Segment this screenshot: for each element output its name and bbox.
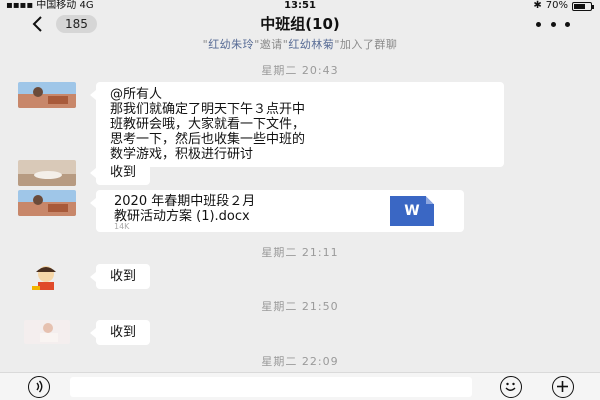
inviter-link[interactable]: 红幼朱玲 — [208, 38, 254, 51]
system-message: "红幼朱玲"邀请"红幼林菊"加入了群聊 — [202, 38, 398, 51]
emoji-icon[interactable] — [500, 376, 522, 398]
battery-icon — [572, 1, 594, 11]
file-size: 14K — [114, 222, 130, 231]
file-message-card[interactable]: 2020 年春期中班段２月 教研活动方案 (1).docx 14K W — [90, 190, 464, 232]
avatar[interactable] — [18, 190, 76, 216]
message-input[interactable] — [70, 377, 472, 397]
message-bubble[interactable]: 收到 — [89, 320, 151, 345]
chat-title: 中班组(10) — [260, 15, 340, 33]
more-options-icon[interactable] — [536, 16, 570, 32]
avatar[interactable] — [18, 82, 76, 108]
avatar[interactable] — [24, 320, 70, 344]
avatar[interactable] — [18, 160, 76, 186]
message-bubble[interactable]: 收到 — [89, 160, 151, 185]
message-bubble[interactable]: 收到 — [89, 264, 151, 289]
word-document-icon: W — [390, 196, 434, 226]
timestamp: 星期二 21:50 — [261, 300, 339, 313]
timestamp: 星期二 21:11 — [261, 246, 339, 259]
avatar[interactable] — [24, 264, 68, 292]
invitee-link[interactable]: 红幼林菊 — [288, 38, 334, 51]
voice-icon[interactable] — [28, 376, 50, 398]
nav-bar: 185 中班组(10) — [0, 12, 600, 36]
message-bubble[interactable]: @所有人 那我们就确定了明天下午３点开中 班教研会哦，大家就看一下文件， 思考一… — [90, 82, 504, 167]
file-name: 2020 年春期中班段２月 教研活动方案 (1).docx — [114, 194, 256, 224]
status-time: 13:51 — [284, 0, 316, 11]
bluetooth-icon: ✱ — [533, 0, 542, 11]
status-bar: ▪▪▪▪ 中国移动 4G 13:51 ✱ 70% — [0, 0, 600, 12]
battery-fill — [574, 3, 585, 9]
timestamp: 星期二 22:09 — [261, 355, 339, 368]
input-bar — [0, 372, 600, 400]
timestamp: 星期二 20:43 — [261, 64, 339, 77]
battery-area: ✱ 70% — [533, 0, 594, 12]
plus-icon[interactable] — [552, 376, 574, 398]
battery-percent: 70% — [545, 0, 568, 11]
